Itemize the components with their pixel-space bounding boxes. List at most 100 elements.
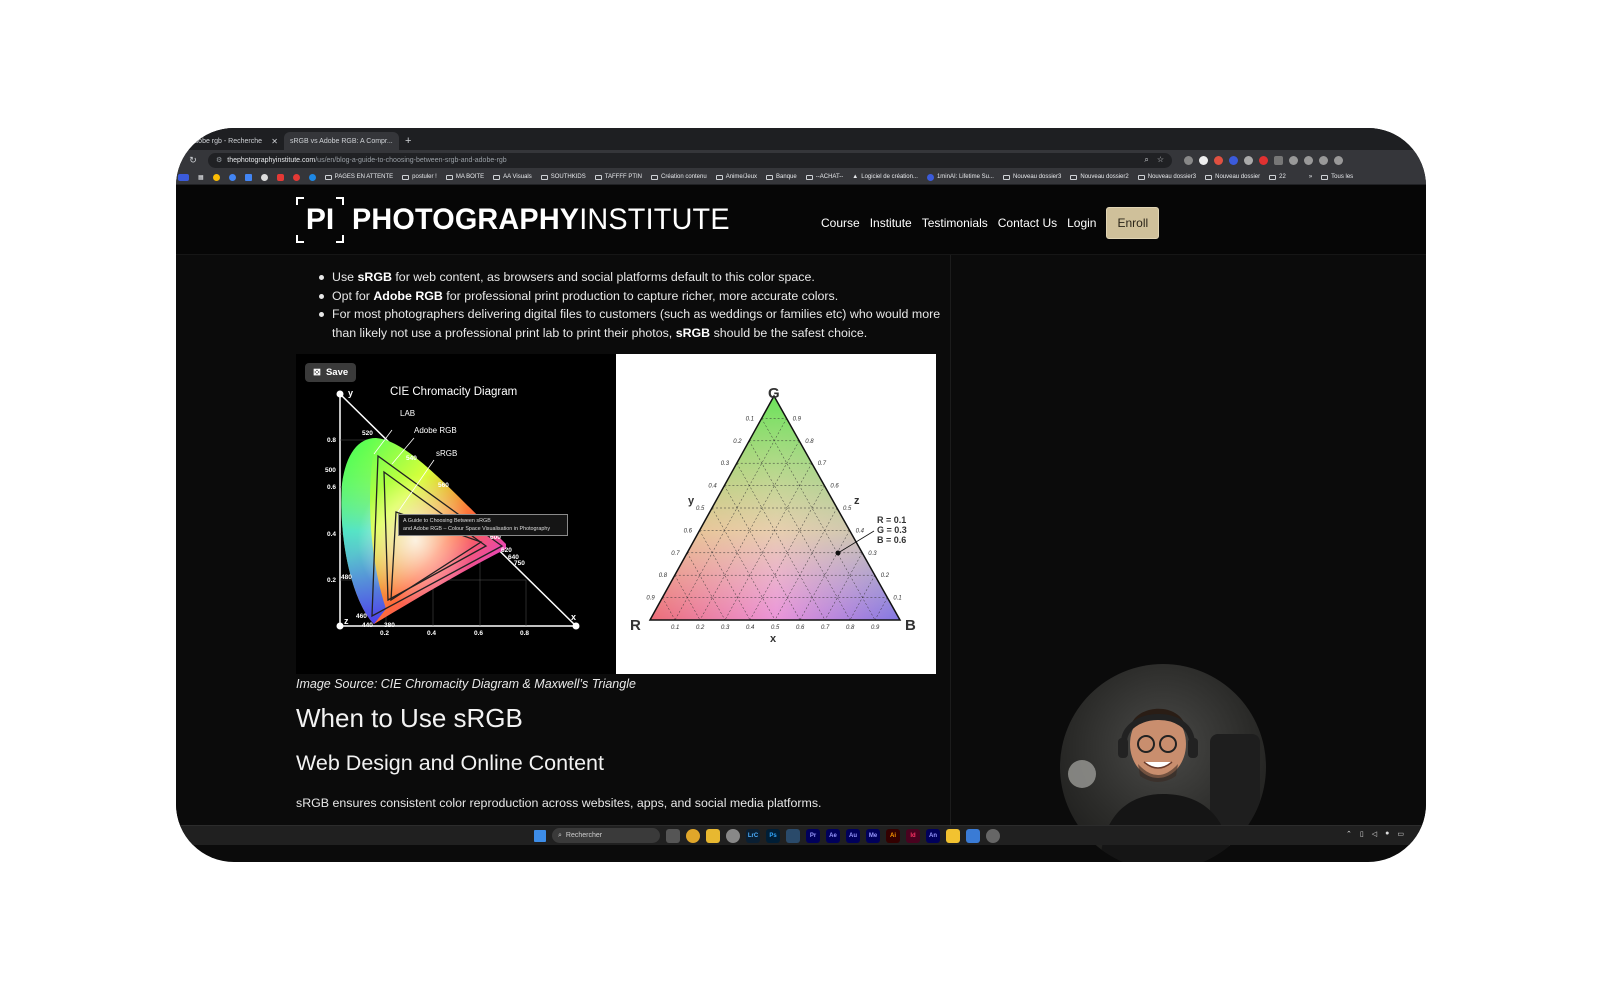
svg-text:B = 0.6: B = 0.6 — [877, 535, 906, 545]
site-logo[interactable]: PI PHOTOGRAPHYINSTITUTE — [296, 197, 745, 243]
menu-icon[interactable] — [1334, 155, 1343, 165]
start-icon[interactable] — [534, 829, 546, 842]
bookmark-folder[interactable]: Nouveau dossier — [1205, 174, 1260, 180]
nav-course[interactable]: Course — [821, 216, 860, 230]
battery-icon[interactable]: ▯ — [1360, 830, 1364, 838]
browser-tab-bar: s vs adobe rgb - Recherche ✕ sRGB vs Ado… — [176, 128, 1426, 150]
bookmark-folder[interactable]: 22 — [1269, 174, 1286, 180]
apps-icon[interactable]: ▦ — [198, 174, 204, 181]
avatar-badge[interactable] — [178, 173, 189, 181]
bookmark-folder[interactable]: Banque — [766, 174, 797, 180]
close-tab-icon[interactable]: ✕ — [271, 137, 278, 146]
app-icon[interactable] — [786, 828, 800, 843]
animate-icon[interactable]: An — [926, 828, 940, 843]
indesign-icon[interactable]: Id — [906, 828, 920, 843]
chrome-icon[interactable] — [686, 828, 700, 843]
extension-icon[interactable] — [1199, 155, 1208, 165]
download-icon[interactable] — [1319, 155, 1328, 165]
speaker-icon[interactable]: ◁ — [1372, 830, 1377, 838]
bookmark-folder[interactable]: SOUTHKIDS — [540, 174, 586, 180]
extension-icon[interactable] — [1259, 155, 1268, 165]
bookmarks-more-button[interactable]: » — [1309, 174, 1312, 180]
extension-icon[interactable] — [1214, 155, 1223, 165]
tick-label: 0.9 — [871, 625, 880, 631]
bookmark-star-icon[interactable]: ☆ — [1157, 155, 1164, 165]
bookmark-folder[interactable]: AA Visuals — [493, 174, 532, 180]
main-nav: Course Institute Testimonials Contact Us… — [821, 207, 1160, 239]
svg-text:z: z — [344, 616, 349, 626]
audition-icon[interactable]: Au — [846, 828, 860, 843]
youtube-icon[interactable] — [276, 173, 284, 181]
new-tab-button[interactable]: + — [399, 132, 417, 150]
tick-label: 0.2 — [881, 573, 890, 579]
app-icon[interactable] — [986, 828, 1000, 843]
extension-icon[interactable] — [1229, 155, 1238, 165]
bookmark-folder[interactable]: TAFFFF PTIN — [594, 174, 642, 180]
bookmark-link[interactable]: 1minAI: Lifetime Su... — [926, 173, 994, 181]
sticky-notes-icon[interactable] — [946, 828, 960, 843]
monitor-icon[interactable]: ▭ — [1397, 830, 1404, 838]
bookmark-folder[interactable]: postuler ! — [402, 174, 437, 180]
tick-label: 0.4 — [746, 625, 755, 631]
svg-text:R = 0.1: R = 0.1 — [877, 515, 906, 525]
file-explorer-icon[interactable] — [706, 828, 720, 843]
taskbar-search[interactable]: ⌕ Rechercher — [552, 828, 660, 843]
premiere-icon[interactable]: Pr — [806, 828, 820, 843]
enroll-button[interactable]: Enroll — [1106, 207, 1160, 239]
bookmark-folder[interactable]: PAGES EN ATTENTE — [324, 174, 393, 180]
bookmark-folder[interactable]: Création contenu — [650, 174, 707, 180]
nav-login[interactable]: Login — [1067, 216, 1096, 230]
app-icon[interactable] — [726, 828, 740, 843]
adobe-rgb-label: Adobe RGB — [414, 426, 457, 435]
bookmark-folder[interactable]: Nouveau dossier2 — [1070, 174, 1129, 180]
chrome-icon[interactable] — [260, 173, 268, 181]
after-effects-icon[interactable]: Ae — [826, 828, 840, 843]
drive-icon[interactable] — [212, 173, 220, 181]
nav-institute[interactable]: Institute — [870, 216, 912, 230]
bookmark-folder[interactable]: Nouveau dossier3 — [1137, 174, 1196, 180]
svg-text:G = 0.3: G = 0.3 — [877, 525, 907, 535]
history-icon[interactable] — [1304, 155, 1313, 165]
bookmark-link[interactable]: ▲ Logiciel de création... — [852, 174, 918, 180]
tick-label: 0.6 — [684, 528, 693, 534]
photoshop-icon[interactable]: Ps — [766, 828, 780, 843]
key-icon[interactable] — [1289, 155, 1298, 165]
reload-icon[interactable]: ↻ — [184, 155, 202, 166]
calendar-icon[interactable] — [244, 173, 252, 181]
app-icon[interactable] — [966, 828, 980, 843]
lightroom-classic-icon[interactable]: LrC — [746, 828, 760, 843]
save-image-button[interactable]: ⊠ Save — [305, 363, 357, 382]
extension-icon[interactable] — [1184, 155, 1193, 165]
tick-label: 0.6 — [796, 625, 805, 631]
photos-icon[interactable] — [228, 173, 236, 181]
nav-testimonials[interactable]: Testimonials — [922, 216, 988, 230]
svg-text:G: G — [768, 385, 780, 402]
all-bookmarks[interactable]: Tous les — [1321, 174, 1353, 180]
tab-search[interactable]: s vs adobe rgb - Recherche ✕ — [176, 132, 284, 150]
svg-text:500: 500 — [325, 467, 336, 474]
zoom-icon[interactable]: ⌕ — [1144, 155, 1148, 165]
site-header: PI PHOTOGRAPHYINSTITUTE Course Institute… — [176, 185, 1426, 255]
task-view-icon[interactable] — [666, 828, 680, 843]
bookmark-folder[interactable]: Anime/Jeux — [715, 174, 757, 180]
site-info-icon[interactable]: ⚙ — [216, 156, 222, 164]
media-encoder-icon[interactable]: Me — [866, 828, 880, 843]
bookmark-folder[interactable]: Nouveau dossier3 — [1002, 174, 1061, 180]
microphone-icon[interactable]: ● — [1385, 830, 1389, 838]
illustrator-icon[interactable]: Ai — [886, 828, 900, 843]
chevron-up-icon[interactable]: ⌃ — [1346, 830, 1352, 838]
opera-icon[interactable] — [292, 173, 300, 181]
tab-label: s vs adobe rgb - Recherche — [176, 137, 262, 145]
pinterest-icon: ⊠ — [313, 367, 321, 378]
nav-contact-us[interactable]: Contact Us — [998, 216, 1057, 230]
url-host: thephotographyinstitute.com — [227, 156, 316, 164]
extension-icon[interactable] — [1244, 155, 1253, 165]
tick-label: 0.2 — [696, 625, 705, 631]
site-icon[interactable] — [308, 173, 316, 181]
bookmark-folder[interactable]: MA BOITE — [445, 174, 484, 180]
windows-taskbar: ⌕ Rechercher LrC Ps Pr Ae Au Me Ai Id An… — [176, 825, 1426, 845]
url-bar[interactable]: ⚙ thephotographyinstitute.com/us/en/blog… — [208, 152, 1172, 168]
bookmark-folder[interactable]: --ACHAT-- — [805, 174, 843, 180]
puzzle-icon[interactable] — [1274, 155, 1283, 165]
tab-article[interactable]: sRGB vs Adobe RGB: A Compr... ✕ — [284, 132, 399, 150]
